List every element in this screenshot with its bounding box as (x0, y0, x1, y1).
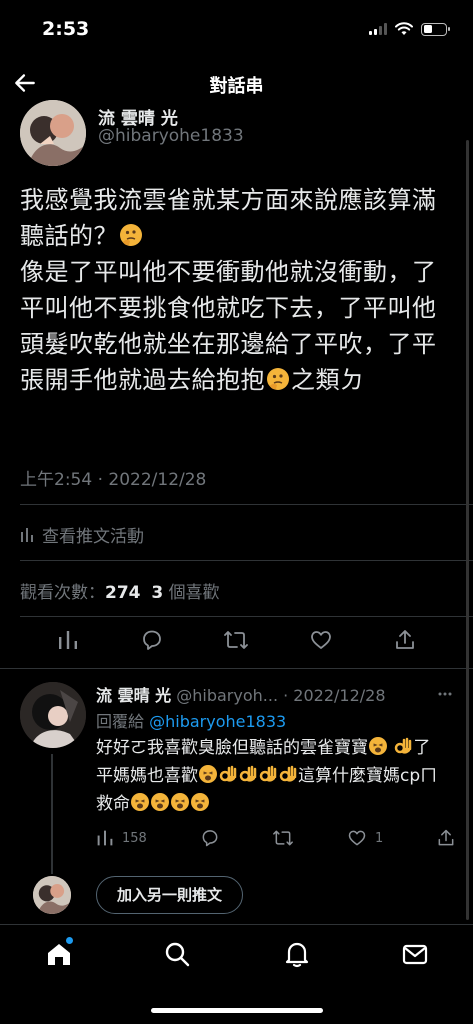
bar-chart-icon (21, 527, 33, 542)
envelope-icon (402, 944, 428, 965)
reply-share-button[interactable] (436, 828, 456, 848)
speech-bubble-icon (143, 630, 162, 650)
weary-face-icon (191, 793, 209, 811)
likes-count[interactable]: 3 (151, 583, 163, 603)
share-icon (438, 829, 454, 846)
heart-icon (310, 631, 331, 649)
avatar[interactable] (20, 682, 86, 748)
tab-home[interactable] (44, 937, 74, 969)
views-count[interactable]: 274 (105, 583, 141, 603)
thinking-face-icon (267, 368, 289, 390)
share-icon (395, 630, 414, 649)
search-icon (165, 942, 190, 967)
reply-text: 好好ㄛ我喜歡臭臉但聽話的雲雀寶寶 了平媽媽也喜歡 這算什麼寶媽cpㄇ救命 (96, 734, 446, 818)
ok-hand-icon (239, 765, 257, 782)
activity-label: 查看推文活動 (42, 527, 144, 547)
reply-button[interactable] (138, 626, 166, 654)
likes-label[interactable]: 個喜歡 (169, 583, 220, 603)
reply-to-label: 回覆給 (96, 712, 145, 731)
add-another-tweet-button[interactable]: 加入另一則推文 (96, 876, 244, 914)
reply-to-handle-link[interactable]: @hibaryohe1833 (149, 712, 286, 731)
status-icons (369, 22, 450, 36)
reply-author-name[interactable]: 流 雲晴 光 (96, 686, 171, 705)
tab-messages[interactable] (400, 939, 430, 969)
reply-header: 流 雲晴 光 @hibaryoh... · 2022/12/28 (96, 682, 436, 706)
analytics-button[interactable] (54, 626, 82, 654)
weary-face-icon (171, 793, 189, 811)
bar-chart-icon (97, 830, 113, 846)
ok-hand-icon (395, 737, 412, 754)
ok-hand-icon (279, 765, 297, 782)
weary-face-icon (151, 793, 169, 811)
divider (0, 668, 473, 669)
divider (20, 560, 473, 561)
avatar[interactable] (20, 100, 86, 166)
header: 對話串 (0, 56, 473, 110)
divider (20, 504, 473, 505)
like-button[interactable] (307, 626, 335, 654)
tab-notifications[interactable] (282, 939, 312, 969)
tweet-timestamp[interactable]: 上午2:54 · 2022/12/28 (20, 465, 206, 490)
ok-hand-icon (259, 765, 277, 782)
reply-likes-count: 1 (374, 830, 384, 846)
reply-date[interactable]: · 2022/12/28 (283, 686, 385, 705)
tweet-text-line2: 像是了平叫他不要衝動他就沒衝動，了平叫他不要挑食他就吃下去，了平叫他頭髮吹乾他就… (20, 258, 437, 394)
tweet-text-line1: 我感覺我流雲雀就某方面來說應該算滿聽話的？ (20, 186, 437, 250)
reply-to: 回覆給 @hibaryohe1833 (96, 708, 286, 732)
retweet-button[interactable] (222, 626, 250, 654)
reply-retweet-button[interactable] (272, 828, 294, 848)
tweet-activity-link[interactable]: 查看推文活動 (20, 522, 144, 547)
retweet-icon (273, 830, 294, 846)
weary-face-icon (369, 737, 387, 755)
divider (20, 616, 473, 617)
bar-chart-icon (59, 631, 78, 649)
tweet-text: 我感覺我流雲雀就某方面來說應該算滿聽話的？ 像是了平叫他不要衝動他就沒衝動，了平… (20, 182, 460, 398)
reply-analytics-button[interactable]: 158 (96, 828, 147, 848)
status-bar: 2:53 (0, 0, 473, 56)
share-button[interactable] (391, 626, 419, 654)
reply-author-handle[interactable]: @hibaryoh... (176, 686, 278, 705)
heart-icon (348, 830, 366, 846)
tweet-stats: 觀看次數：274 3 個喜歡 (20, 578, 220, 603)
ok-hand-icon (219, 765, 237, 782)
avatar[interactable] (33, 876, 71, 914)
reply-reply-button[interactable] (200, 828, 220, 848)
cellular-signal-icon (369, 23, 387, 35)
tweet-actions (0, 626, 473, 654)
reply-views-count: 158 (122, 830, 147, 846)
notification-dot (66, 937, 73, 944)
scrollbar[interactable] (466, 140, 469, 920)
reply-like-button[interactable]: 1 (347, 828, 383, 848)
tab-explore[interactable] (162, 939, 192, 969)
speech-bubble-icon (202, 830, 217, 847)
retweet-icon (224, 631, 249, 649)
home-indicator[interactable] (151, 1008, 323, 1013)
author-handle[interactable]: @hibaryohe1833 (98, 126, 244, 146)
tweet-text-line2-end: 之類ㄉ (291, 366, 365, 394)
status-time: 2:53 (42, 18, 90, 40)
reply-actions: 158 1 (96, 828, 456, 848)
weary-face-icon (131, 793, 149, 811)
battery-icon (421, 22, 450, 36)
more-options-icon[interactable] (437, 686, 453, 702)
thread-line (51, 754, 53, 874)
thinking-face-icon (120, 224, 142, 246)
wifi-icon (395, 22, 413, 35)
weary-face-icon (199, 765, 217, 783)
views-label: 觀看次數： (20, 583, 105, 603)
reply-text-part1: 好好ㄛ我喜歡臭臉但聽話的雲雀寶寶 (96, 738, 368, 758)
add-another-tweet: 加入另一則推文 (0, 872, 473, 920)
page-title: 對話串 (209, 76, 264, 97)
bell-icon (285, 942, 309, 968)
